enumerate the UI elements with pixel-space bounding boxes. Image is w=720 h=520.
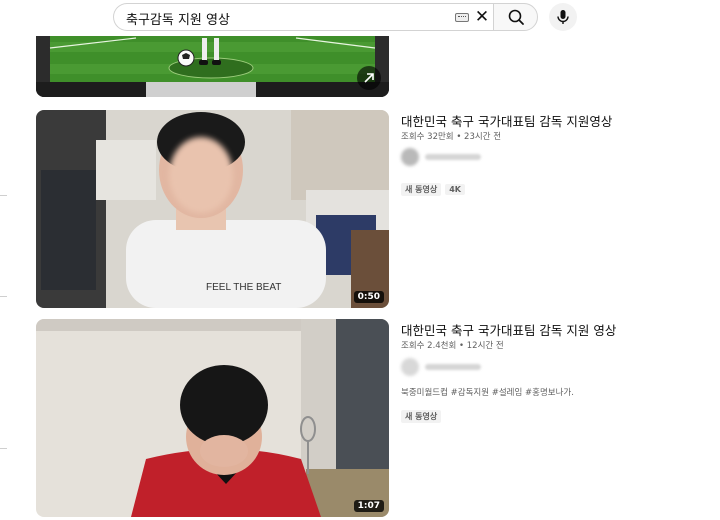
edge-divider — [0, 296, 7, 297]
4k-badge: 4K — [445, 184, 465, 195]
video-duration: 1:07 — [353, 500, 384, 512]
video-duration: 0:50 — [353, 291, 384, 303]
top-bar-fade — [600, 0, 720, 36]
keyboard-icon[interactable] — [455, 13, 469, 22]
thumbnail-image: FEEL THE BEAT — [36, 110, 389, 308]
avatar[interactable] — [401, 358, 419, 376]
view-count: 조회수 2.4천회 — [401, 341, 457, 351]
search-icon — [508, 9, 524, 25]
video-thumbnail[interactable]: FEEL THE BEAT 0:50 — [36, 110, 389, 308]
video-meta: 조회수 32만회 • 23시간 전 — [401, 132, 502, 142]
upload-age: 23시간 전 — [464, 132, 502, 142]
search-query-text[interactable]: 축구감독 지원 영상 — [126, 9, 230, 28]
expand-button[interactable] — [357, 66, 381, 90]
new-video-badge: 새 동영상 — [401, 183, 442, 196]
voice-search-button[interactable] — [549, 3, 577, 31]
view-count: 조회수 32만회 — [401, 132, 454, 142]
close-icon[interactable]: ✕ — [472, 6, 492, 28]
channel-info[interactable] — [401, 358, 491, 376]
upload-age: 12시간 전 — [466, 341, 504, 351]
svg-text:FEEL THE BEAT: FEEL THE BEAT — [206, 282, 281, 293]
search-input[interactable]: 축구감독 지원 영상 ✕ — [113, 3, 493, 31]
channel-name-blurred[interactable] — [425, 364, 481, 370]
avatar[interactable] — [401, 148, 419, 166]
video-thumbnail[interactable]: 1:07 — [36, 319, 389, 517]
badge-row: 새 동영상 4K — [401, 177, 469, 196]
top-bar: 축구감독 지원 영상 ✕ — [0, 0, 720, 36]
badge-row: 새 동영상 — [401, 404, 445, 423]
microphone-icon — [557, 10, 569, 24]
search-button[interactable] — [493, 3, 538, 31]
edge-divider — [0, 448, 7, 449]
video-description: 북중미월드컵 #감독지원 #설레임 #홍명보나가. — [401, 388, 574, 398]
video-title[interactable]: 대한민국 축구 국가대표팀 감독 지원영상 — [401, 111, 612, 130]
video-title[interactable]: 대한민국 축구 국가대표팀 감독 지원 영상 — [401, 320, 616, 339]
expand-arrow-icon — [364, 73, 374, 83]
new-video-badge: 새 동영상 — [401, 410, 442, 423]
channel-info[interactable] — [401, 148, 491, 166]
edge-divider — [0, 195, 7, 196]
video-meta: 조회수 2.4천회 • 12시간 전 — [401, 341, 504, 351]
thumbnail-image — [36, 319, 389, 517]
channel-name-blurred[interactable] — [425, 154, 481, 160]
